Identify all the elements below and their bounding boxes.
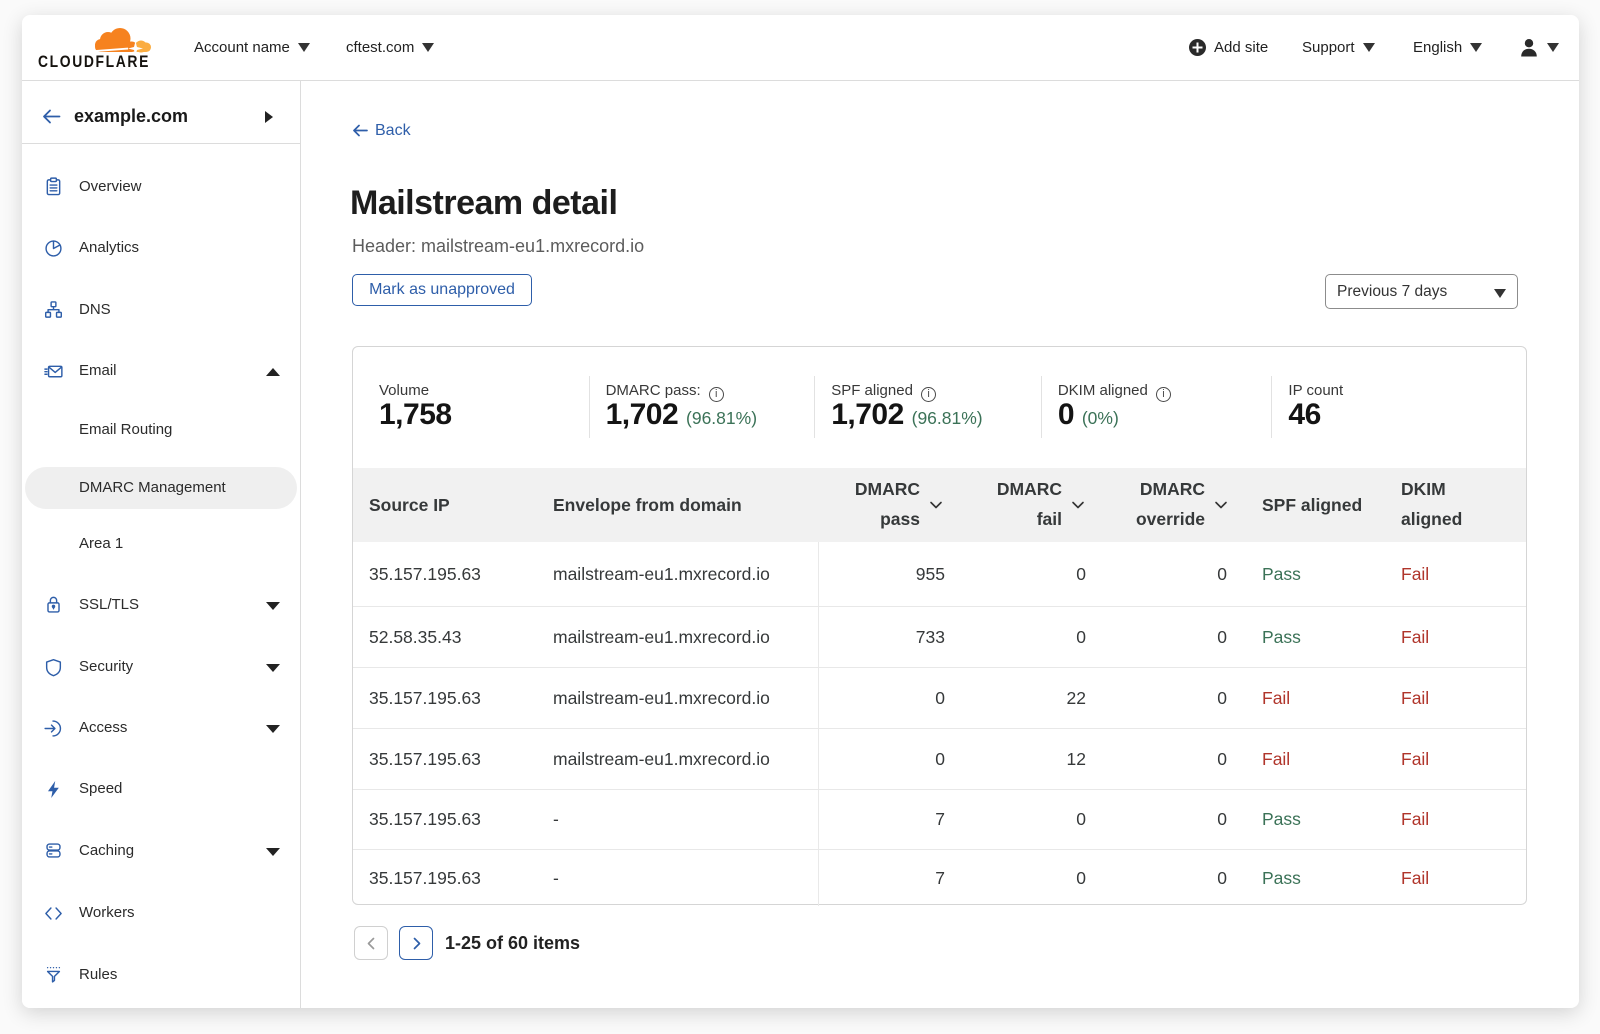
svg-text:CLOUDFLARE: CLOUDFLARE xyxy=(38,52,150,71)
